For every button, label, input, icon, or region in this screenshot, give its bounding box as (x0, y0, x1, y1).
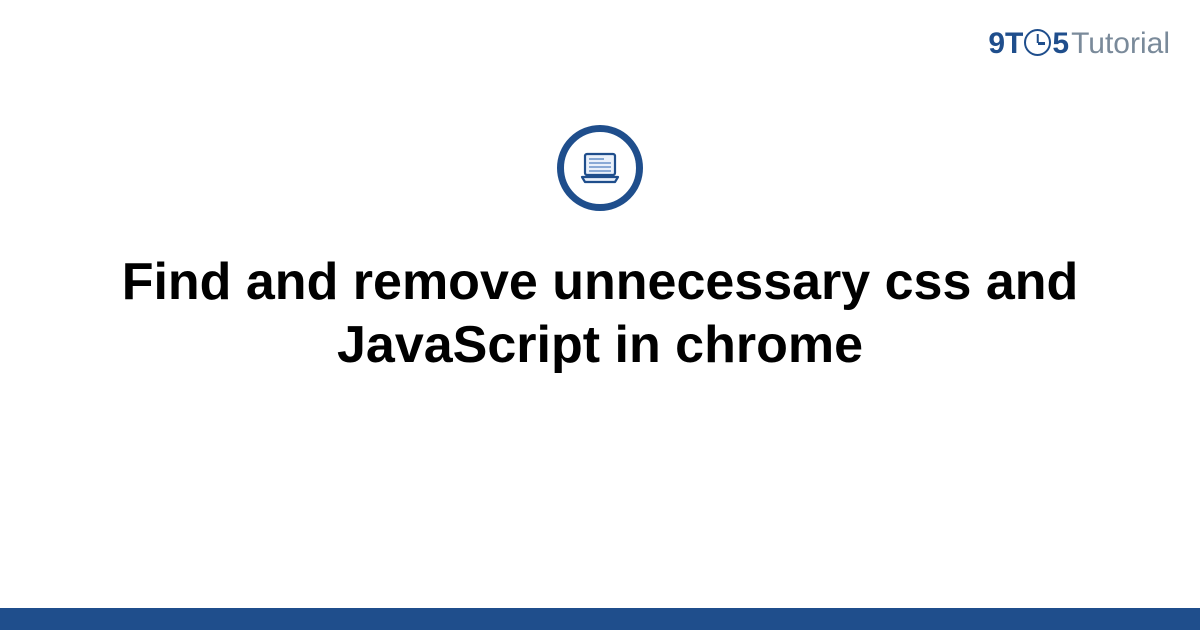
brand-text-5: 5 (1052, 27, 1069, 61)
laptop-icon (557, 125, 643, 211)
page-title: Find and remove unnecessary css and Java… (0, 251, 1200, 378)
brand-text-9t: 9T (988, 27, 1023, 61)
main-content: Find and remove unnecessary css and Java… (0, 125, 1200, 378)
brand-text-tutorial: Tutorial (1071, 27, 1170, 61)
footer-bar (0, 608, 1200, 630)
clock-icon (1024, 29, 1051, 56)
brand-logo: 9T 5 Tutorial (988, 26, 1170, 61)
